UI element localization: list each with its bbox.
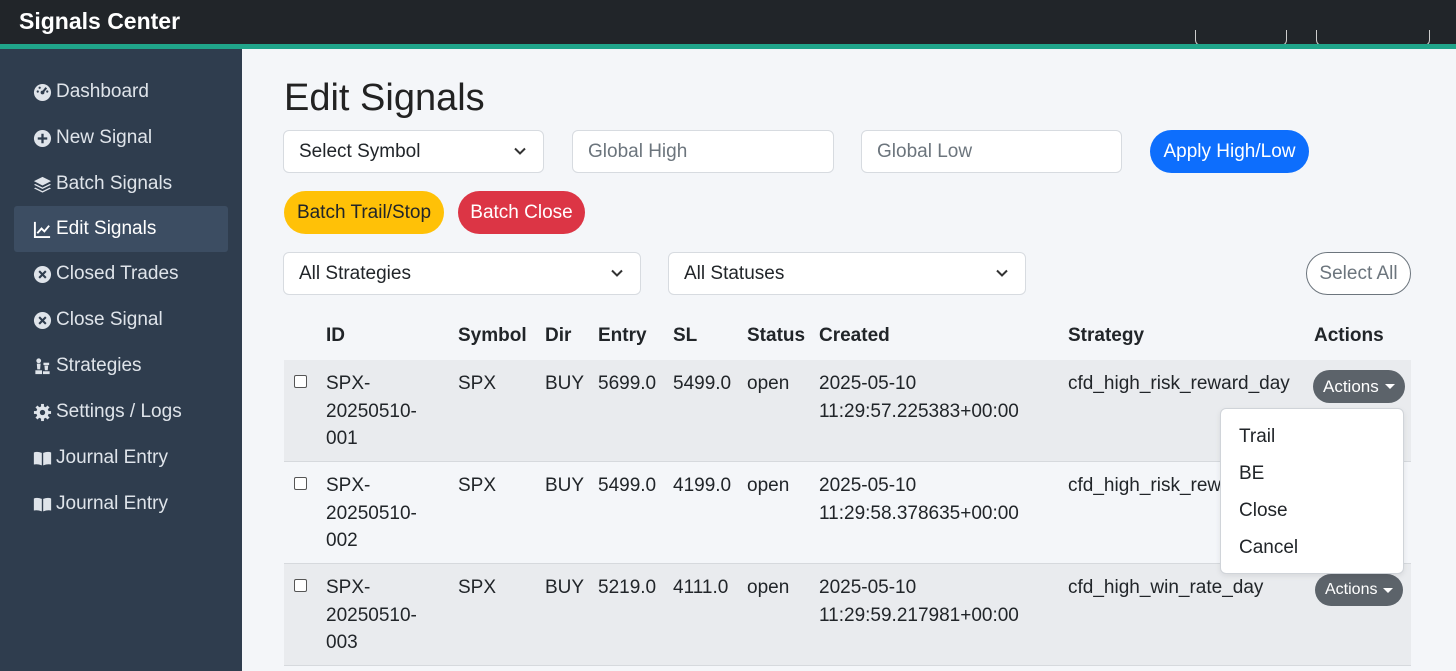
dashboard-icon (32, 82, 52, 102)
cell-sl: 4199.0 (673, 475, 732, 496)
cell-dir: BUY (545, 373, 585, 394)
batch-close-button[interactable]: Batch Close (458, 191, 585, 234)
actions-dropdown-button[interactable]: Actions (1313, 370, 1405, 403)
cell-strategy: cfd_high_win_rate_day (1068, 577, 1264, 598)
symbol-select-value: Select Symbol (299, 140, 421, 162)
cell-entry: 5699.0 (598, 373, 657, 394)
actions-button-label: Actions (1323, 376, 1379, 396)
x-circle-icon (32, 264, 52, 284)
sidebar-item-label: Strategies (56, 355, 142, 376)
sidebar-item-settings-logs[interactable]: Settings / Logs (14, 389, 228, 435)
cell-id: SPX- 20250510- 001 (326, 373, 417, 449)
sidebar-item-label: Dashboard (56, 81, 149, 102)
cell-id: SPX- 20250510- 003 (326, 577, 417, 653)
cell-sl: 4111.0 (673, 577, 729, 598)
global-low-input[interactable]: Global Low (861, 130, 1122, 173)
sidebar-item-label: Close Signal (56, 309, 163, 330)
sidebar-item-new-signal[interactable]: New Signal (14, 115, 228, 161)
chevron-down-icon (996, 269, 1008, 277)
table-row: SPX- 20250510- 003 SPX BUY 5219.0 4111.0 o… (284, 564, 1411, 666)
book-icon (32, 448, 52, 468)
sidebar-item-label: Journal Entry (56, 493, 168, 514)
chevron-down-icon (514, 147, 526, 155)
sidebar-item-journal-entry[interactable]: Journal Entry (14, 481, 228, 527)
actions-dropdown-menu: Trail BE Close Cancel (1220, 408, 1404, 574)
batch-trail-stop-button[interactable]: Batch Trail/Stop (284, 191, 444, 234)
sidebar-item-label: Journal Entry (56, 447, 168, 468)
brand-title[interactable]: Signals Center (19, 8, 180, 35)
column-header-strategy[interactable]: Strategy (1068, 325, 1144, 347)
column-header-dir[interactable]: Dir (545, 325, 571, 347)
layers-icon (32, 174, 52, 194)
status-filter-select[interactable]: All Statuses (668, 252, 1026, 295)
sidebar-item-closed-trades[interactable]: Closed Trades (14, 251, 228, 297)
apply-high-low-button[interactable]: Apply High/Low (1150, 130, 1309, 173)
sidebar-item-close-signal[interactable]: Close Signal (14, 297, 228, 343)
select-all-button[interactable]: Select All (1306, 252, 1411, 295)
caret-down-icon (1384, 384, 1395, 389)
menu-item-close[interactable]: Close (1239, 500, 1288, 522)
sidebar-item-journal-entry[interactable]: Journal Entry (14, 435, 228, 481)
caret-down-icon (1383, 587, 1394, 593)
cell-symbol: SPX (458, 475, 497, 496)
cell-status: open (747, 577, 790, 598)
cell-strategy: cfd_high_risk_rewa (1068, 475, 1232, 496)
sidebar-item-label: Closed Trades (56, 263, 179, 284)
sidebar-item-edit-signals[interactable]: Edit Signals (14, 206, 228, 252)
menu-item-cancel[interactable]: Cancel (1239, 537, 1298, 559)
chess-icon (32, 356, 52, 376)
sidebar-item-dashboard[interactable]: Dashboard (14, 69, 228, 115)
sidebar-item-label: Batch Signals (56, 173, 173, 194)
cell-symbol: SPX (458, 373, 497, 394)
strategy-filter-select[interactable]: All Strategies (283, 252, 641, 295)
actions-dropdown-button[interactable]: Actions (1315, 574, 1404, 606)
column-header-created[interactable]: Created (819, 325, 890, 347)
cell-status: open (747, 475, 790, 496)
menu-item-be[interactable]: BE (1239, 463, 1264, 485)
row-checkbox[interactable] (294, 477, 307, 490)
symbol-select[interactable]: Select Symbol (283, 130, 544, 173)
strategy-filter-value: All Strategies (299, 262, 411, 284)
cell-strategy: cfd_high_risk_reward_day (1068, 373, 1290, 394)
cell-dir: BUY (545, 577, 585, 598)
cell-sl: 5499.0 (673, 373, 732, 394)
sidebar-item-label: Edit Signals (56, 218, 157, 239)
column-header-entry[interactable]: Entry (598, 325, 647, 347)
sidebar-item-label: New Signal (56, 127, 153, 148)
main-content: Edit Signals Select Symbol Global High G… (242, 49, 1456, 671)
book-icon (32, 494, 52, 514)
cell-created: 2025-05-10 11:29:59.217981+00:00 (819, 577, 1019, 626)
column-header-symbol[interactable]: Symbol (458, 325, 527, 347)
cell-dir: BUY (545, 475, 585, 496)
cell-symbol: SPX (458, 577, 497, 598)
menu-item-trail[interactable]: Trail (1239, 426, 1275, 448)
table-header: ID Symbol Dir Entry SL Status Created St… (284, 311, 1411, 361)
column-header-sl[interactable]: SL (673, 325, 697, 347)
cell-created: 2025-05-10 11:29:58.378635+00:00 (819, 475, 1019, 524)
column-header-status[interactable]: Status (747, 325, 805, 347)
sidebar-item-label: Settings / Logs (56, 401, 182, 422)
status-filter-value: All Statuses (684, 262, 785, 284)
page-title: Edit Signals (284, 77, 485, 119)
gear-icon (32, 402, 52, 422)
cell-status: open (747, 373, 790, 394)
top-navbar: Signals Center (0, 0, 1456, 49)
plus-circle-icon (32, 128, 52, 148)
sidebar: Dashboard New Signal Batch Signals Edit … (0, 49, 242, 671)
sidebar-item-batch-signals[interactable]: Batch Signals (14, 161, 228, 207)
row-checkbox[interactable] (294, 579, 307, 592)
column-header-actions: Actions (1314, 325, 1384, 346)
cell-created: 2025-05-10 11:29:57.225383+00:00 (819, 373, 1019, 422)
sidebar-item-strategies[interactable]: Strategies (14, 343, 228, 389)
chevron-down-icon (611, 269, 623, 277)
cell-entry: 5219.0 (598, 577, 657, 598)
global-high-input[interactable]: Global High (572, 130, 834, 173)
column-header-id[interactable]: ID (326, 325, 345, 347)
cell-entry: 5499.0 (598, 475, 657, 496)
x-circle-icon (32, 310, 52, 330)
row-checkbox[interactable] (294, 375, 307, 388)
actions-button-label: Actions (1325, 581, 1378, 598)
chart-line-icon (32, 219, 52, 239)
cell-id: SPX- 20250510- 002 (326, 475, 417, 551)
